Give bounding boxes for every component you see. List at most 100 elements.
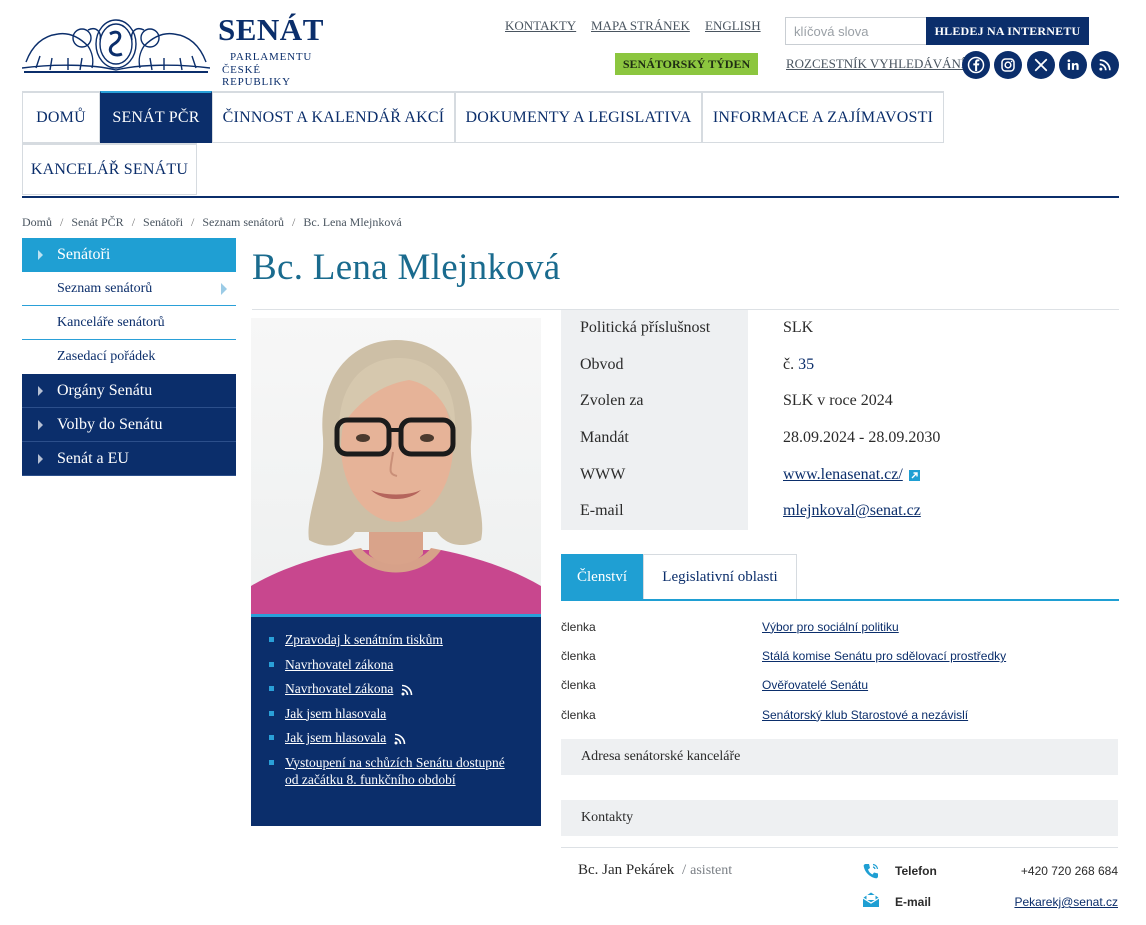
table-row: členka Ověřovatelé Senátu — [561, 671, 1119, 700]
external-link-icon[interactable] — [908, 469, 920, 481]
sidebar-item-volby-do-senatu[interactable]: Volby do Senátu — [22, 408, 236, 442]
envelope-icon — [862, 892, 880, 907]
email-label: E-mail — [895, 895, 932, 909]
breadcrumb-senatori[interactable]: Senátoři — [143, 215, 183, 229]
email-link[interactable]: mlejnkoval@senat.cz — [783, 502, 921, 519]
rss-icon[interactable] — [394, 733, 406, 745]
membership-org-link[interactable]: Senátorský klub Starostové a nezávislí — [762, 708, 968, 722]
phone-value: +420 720 268 684 — [1020, 864, 1118, 878]
table-row: Zvolen za SLK v roce 2024 — [561, 383, 1119, 420]
x-icon[interactable] — [1027, 51, 1055, 79]
senator-links-box: Zpravodaj k senátním tiskům Navrhovatel … — [251, 614, 541, 826]
chevron-right-icon — [38, 453, 43, 464]
breadcrumb-seznam-senatoru[interactable]: Seznam senátorů — [202, 215, 284, 229]
info-value-party: SLK — [783, 319, 814, 337]
sidebar-subitem-label: Kanceláře senátorů — [57, 314, 165, 330]
logo-title: SENÁT — [218, 12, 324, 47]
list-item: Vystoupení na schůzích Senátu dostupné o… — [269, 754, 521, 788]
link-navrhovatel-zakona-rss[interactable]: Navrhovatel zákona — [285, 681, 393, 696]
nav-item-dokumenty[interactable]: DOKUMENTY A LEGISLATIVA — [455, 91, 702, 143]
rss-icon[interactable] — [401, 684, 413, 696]
sidebar-subitem-seznam-senatoru[interactable]: Seznam senátorů — [22, 272, 236, 306]
list-item: Jak jsem hlasovala — [269, 729, 521, 746]
breadcrumb-senat-pcr[interactable]: Senát PČR — [71, 215, 123, 229]
phone-label: Telefon — [895, 864, 937, 878]
membership-role: členka — [561, 678, 596, 693]
table-row: členka Stálá komise Senátu pro sdělovací… — [561, 641, 1119, 670]
nav-item-cinnost[interactable]: ČINNOST A KALENDÁŘ AKCÍ — [212, 91, 455, 143]
info-label: Mandát — [561, 419, 748, 457]
table-row: členka Výbor pro sociální politiku — [561, 612, 1119, 641]
chevron-right-icon — [38, 419, 43, 430]
obvod-link[interactable]: 35 — [798, 356, 814, 373]
portrait-illustration — [251, 340, 541, 614]
membership-org-link[interactable]: Ověřovatelé Senátu — [762, 678, 868, 692]
info-value-zvolen: SLK v roce 2024 — [783, 392, 893, 410]
sidebar-item-senatori[interactable]: Senátoři — [22, 238, 236, 272]
tab-legislativni-oblasti[interactable]: Legislativní oblasti — [643, 554, 797, 599]
top-link-english[interactable]: ENGLISH — [705, 18, 761, 34]
address-section-header[interactable]: Adresa senátorské kanceláře — [561, 739, 1118, 775]
membership-org-link[interactable]: Stálá komise Senátu pro sdělovací prostř… — [762, 649, 1006, 663]
sidebar-subitem-label: Zasedací pořádek — [57, 349, 156, 364]
contact-name: Bc. Jan Pekárek — [578, 862, 675, 878]
nav-item-informace[interactable]: INFORMACE A ZAJÍMAVOSTI — [702, 91, 944, 143]
senat-logo[interactable]: SENÁT PARLAMENTU ČESKÉ REPUBLIKY — [22, 12, 332, 88]
info-value-mandat: 28.09.2024 - 28.09.2030 — [783, 429, 941, 447]
logo-subtitle-2: ČESKÉ REPUBLIKY — [222, 64, 291, 88]
tab-clenstvi[interactable]: Členství — [561, 554, 643, 599]
rozcestnik-vyhledavani-link[interactable]: ROZCESTNÍK VYHLEDÁVÁNÍ — [786, 56, 965, 72]
list-item: Navrhovatel zákona — [269, 680, 521, 697]
instagram-icon[interactable] — [994, 51, 1022, 79]
senatorsky-tyden-button[interactable]: SENÁTORSKÝ TÝDEN — [615, 53, 758, 75]
contact-separator: / — [681, 862, 687, 878]
facebook-icon[interactable] — [962, 51, 990, 79]
sidebar-item-senat-a-eu[interactable]: Senát a EU — [22, 442, 236, 476]
contact-person: Bc. Jan Pekárek / asistent — [578, 862, 732, 879]
info-label: WWW — [561, 456, 748, 493]
contact-email-link[interactable]: Pekarekj@senat.cz — [1014, 895, 1118, 909]
nav-item-domu[interactable]: DOMŮ — [22, 91, 100, 143]
rss-icon[interactable] — [1091, 51, 1119, 79]
contacts-section-header[interactable]: Kontakty — [561, 800, 1118, 836]
link-zpravodaj[interactable]: Zpravodaj k senátním tiskům — [285, 632, 443, 647]
membership-role: členka — [561, 619, 596, 634]
membership-role: členka — [561, 707, 596, 722]
link-jak-jsem-hlasovala-rss[interactable]: Jak jsem hlasovala — [285, 730, 386, 745]
sidebar-subitem-kancelare-senatoru[interactable]: Kanceláře senátorů — [22, 306, 236, 340]
linkedin-icon[interactable] — [1059, 51, 1087, 79]
sidebar: Senátoři Seznam senátorů Kanceláře senát… — [22, 238, 236, 476]
link-navrhovatel-zakona[interactable]: Navrhovatel zákona — [285, 657, 393, 672]
sidebar-item-organy-senatu[interactable]: Orgány Senátu — [22, 374, 236, 408]
table-row: členka Senátorský klub Starostové a nezá… — [561, 700, 1119, 729]
breadcrumb-separator: / — [131, 215, 136, 229]
nav-item-kancelar-senatu[interactable]: KANCELÁŘ SENÁTU — [22, 143, 197, 195]
sidebar-item-label: Volby do Senátu — [57, 415, 163, 433]
membership-list: členka Výbor pro sociální politiku členk… — [561, 612, 1119, 729]
chevron-right-icon — [38, 250, 43, 260]
info-value-email: mlejnkoval@senat.cz — [748, 502, 921, 520]
link-vystoupeni[interactable]: Vystoupení na schůzích Senátu dostupné o… — [285, 755, 505, 787]
table-row: Politická příslušnost SLK — [561, 310, 1119, 347]
breadcrumb-domu[interactable]: Domů — [22, 215, 52, 229]
top-link-kontakty[interactable]: KONTAKTY — [505, 18, 576, 34]
senator-photo — [251, 318, 541, 614]
list-item: Navrhovatel zákona — [269, 656, 521, 673]
www-link[interactable]: www.lenasenat.cz/ — [783, 466, 903, 483]
senator-info-table: Politická příslušnost SLK Obvod č. 35 Zv… — [561, 310, 1119, 530]
list-item: Zpravodaj k senátním tiskům — [269, 631, 521, 648]
phone-icon — [863, 863, 879, 879]
info-label: Zvolen za — [561, 383, 748, 420]
membership-org-link[interactable]: Výbor pro sociální politiku — [762, 620, 899, 634]
nav-item-senat-pcr[interactable]: SENÁT PČR — [100, 91, 212, 143]
search-input[interactable] — [785, 17, 927, 45]
main-navigation: DOMŮ SENÁT PČR ČINNOST A KALENDÁŘ AKCÍ D… — [22, 91, 1119, 198]
search-button[interactable]: HLEDEJ NA INTERNETU — [926, 17, 1089, 45]
link-jak-jsem-hlasovala[interactable]: Jak jsem hlasovala — [285, 706, 386, 721]
info-value-www: www.lenasenat.cz/ — [748, 466, 920, 484]
top-link-mapa-stranek[interactable]: MAPA STRÁNEK — [591, 18, 690, 34]
breadcrumb: Domů / Senát PČR / Senátoři / Seznam senátorů /… — [22, 215, 402, 230]
sidebar-subitem-zasedaci-poradek[interactable]: Zasedací pořádek — [22, 340, 236, 374]
info-label: Politická příslušnost — [561, 310, 748, 347]
contact-role: asistent — [690, 863, 733, 878]
